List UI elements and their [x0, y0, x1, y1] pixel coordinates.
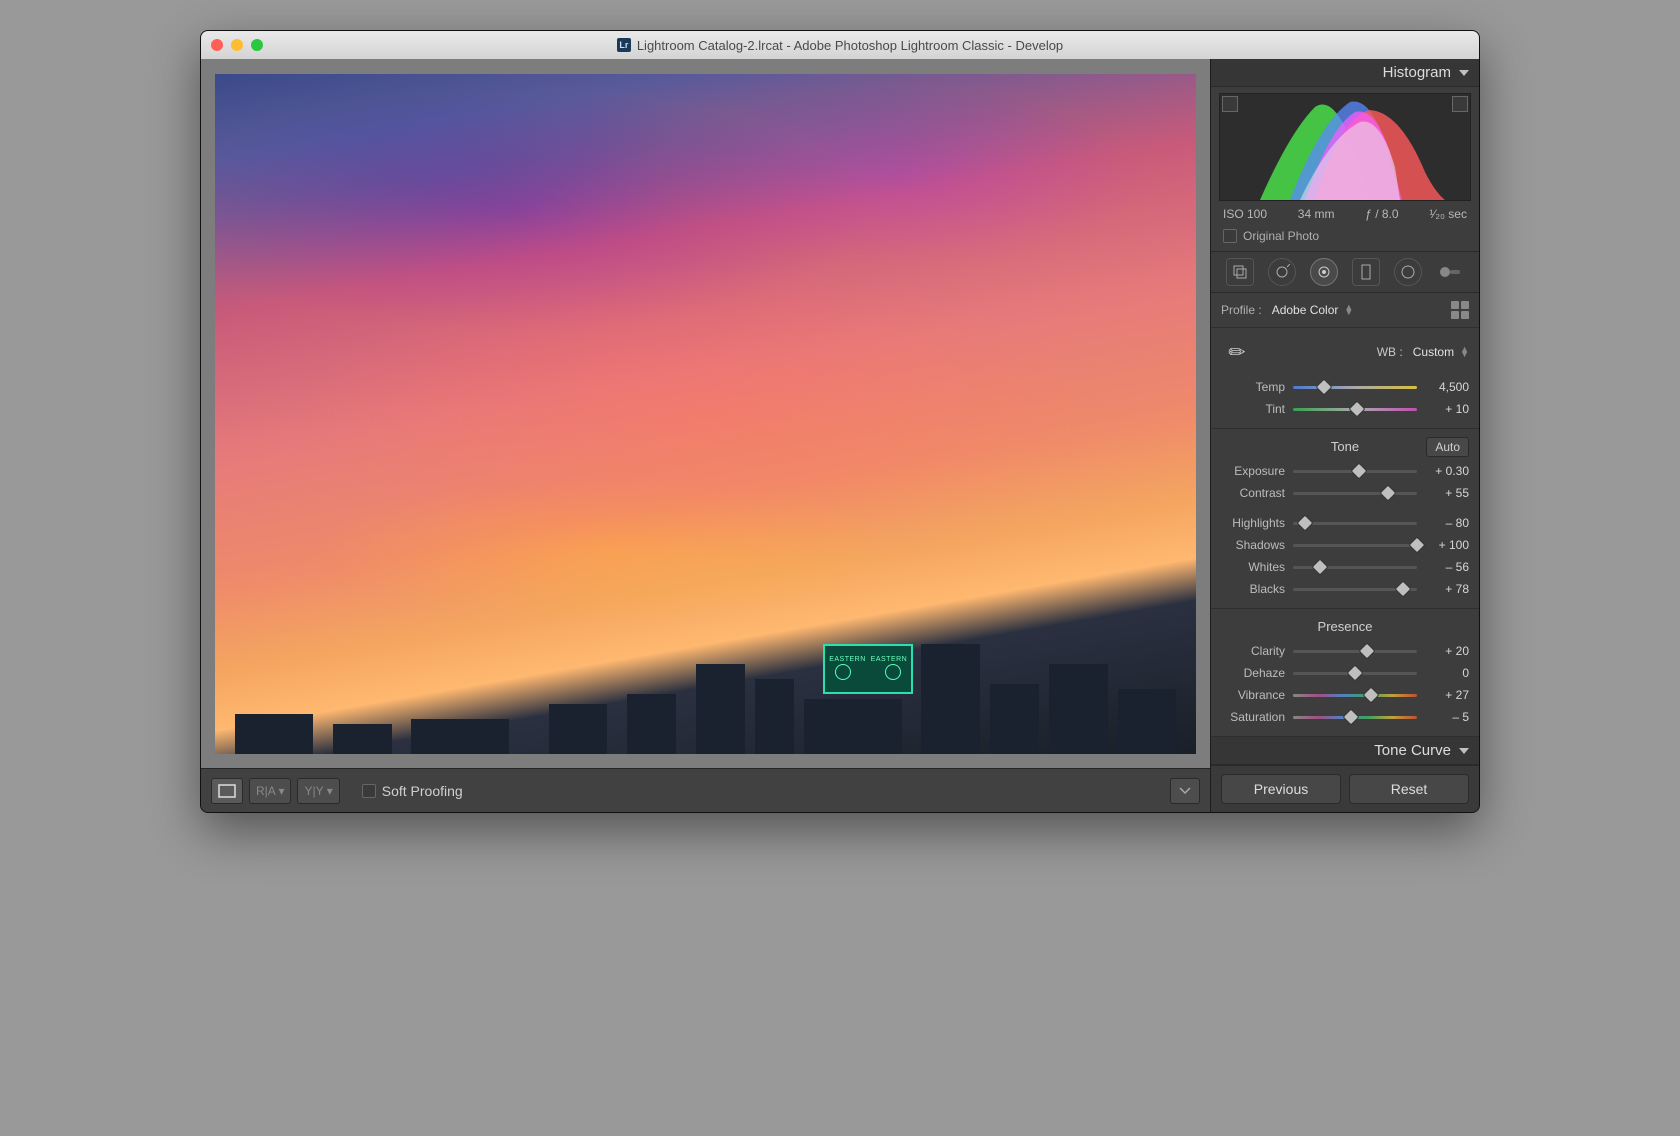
original-photo-checkbox[interactable] — [1223, 229, 1237, 243]
shadows-label: Shadows — [1221, 538, 1285, 552]
tint-label: Tint — [1221, 402, 1285, 416]
wb-value: Custom — [1413, 345, 1454, 359]
reset-button[interactable]: Reset — [1349, 774, 1469, 804]
updown-icon: ▲▼ — [1344, 305, 1353, 315]
dehaze-value[interactable]: 0 — [1425, 666, 1469, 680]
histogram-title: Histogram — [1383, 64, 1451, 81]
shadows-slider[interactable] — [1293, 538, 1417, 552]
tint-row: Tint + 10 — [1221, 398, 1469, 420]
exif-row: ISO 100 34 mm ƒ / 8.0 ¹⁄₂₀ sec — [1219, 201, 1471, 225]
toolbar-options-button[interactable] — [1170, 778, 1200, 804]
saturation-value[interactable]: – 5 — [1425, 710, 1469, 724]
exif-aperture: ƒ / 8.0 — [1365, 207, 1398, 221]
highlights-value[interactable]: – 80 — [1425, 516, 1469, 530]
blacks-value[interactable]: + 78 — [1425, 582, 1469, 596]
white-balance-section: ✎ WB : Custom ▲▼ Temp 4,500 Tint + 10 — [1211, 328, 1479, 429]
temp-value[interactable]: 4,500 — [1425, 380, 1469, 394]
main-column: R|A ▾ Y|Y ▾ Soft Proofing — [201, 59, 1211, 812]
tone-title-text: Tone — [1331, 439, 1359, 454]
profile-dropdown[interactable]: Adobe Color ▲▼ — [1272, 303, 1441, 317]
histogram-header[interactable]: Histogram — [1211, 59, 1479, 87]
updown-icon: ▲▼ — [1460, 347, 1469, 357]
adjustment-brush-tool-icon[interactable] — [1436, 258, 1464, 286]
photo-neon-sign — [823, 644, 913, 694]
histogram-graph[interactable] — [1219, 93, 1471, 201]
spot-removal-tool-icon[interactable] — [1268, 258, 1296, 286]
wb-eyedropper-icon[interactable]: ✎ — [1214, 329, 1259, 374]
profile-row: Profile : Adobe Color ▲▼ — [1211, 293, 1479, 328]
panel-footer: Previous Reset — [1211, 765, 1479, 812]
exif-shutter: ¹⁄₂₀ sec — [1429, 207, 1467, 221]
temp-row: Temp 4,500 — [1221, 376, 1469, 398]
window-title-text: Lightroom Catalog-2.lrcat - Adobe Photos… — [637, 38, 1063, 53]
contrast-slider[interactable] — [1293, 486, 1417, 500]
histogram-panel: ISO 100 34 mm ƒ / 8.0 ¹⁄₂₀ sec Original … — [1211, 87, 1479, 251]
window-title: Lr Lightroom Catalog-2.lrcat - Adobe Pho… — [201, 38, 1479, 53]
presence-title: Presence — [1221, 617, 1469, 640]
blacks-slider[interactable] — [1293, 582, 1417, 596]
profile-label: Profile : — [1221, 303, 1262, 317]
tone-title: Tone Auto — [1221, 437, 1469, 460]
original-photo-label: Original Photo — [1243, 229, 1319, 243]
dehaze-slider[interactable] — [1293, 666, 1417, 680]
tool-strip — [1211, 251, 1479, 293]
exif-iso: ISO 100 — [1223, 207, 1267, 221]
chevron-down-icon — [1459, 70, 1469, 76]
highlights-label: Highlights — [1221, 516, 1285, 530]
photo-preview[interactable] — [215, 74, 1196, 754]
soft-proofing-checkbox[interactable] — [362, 784, 376, 798]
whites-label: Whites — [1221, 560, 1285, 574]
whites-slider[interactable] — [1293, 560, 1417, 574]
exif-focal: 34 mm — [1298, 207, 1335, 221]
wb-dropdown[interactable]: Custom ▲▼ — [1413, 345, 1469, 359]
clarity-slider[interactable] — [1293, 644, 1417, 658]
presence-section: Presence Clarity + 20 Dehaze 0 Vibrance + 2… — [1211, 609, 1479, 737]
crop-tool-icon[interactable] — [1226, 258, 1254, 286]
loupe-view-button[interactable] — [211, 778, 243, 804]
before-after-tb-button[interactable]: Y|Y ▾ — [297, 778, 339, 804]
tone-curve-header[interactable]: Tone Curve — [1211, 737, 1479, 765]
temp-label: Temp — [1221, 380, 1285, 394]
saturation-label: Saturation — [1221, 710, 1285, 724]
app-window: Lr Lightroom Catalog-2.lrcat - Adobe Pho… — [200, 30, 1480, 813]
radial-filter-tool-icon[interactable] — [1394, 258, 1422, 286]
soft-proofing-label: Soft Proofing — [382, 783, 463, 799]
photo-skyline — [215, 624, 1196, 754]
dehaze-label: Dehaze — [1221, 666, 1285, 680]
highlights-slider[interactable] — [1293, 516, 1417, 530]
clarity-value[interactable]: + 20 — [1425, 644, 1469, 658]
graduated-filter-tool-icon[interactable] — [1352, 258, 1380, 286]
vibrance-value[interactable]: + 27 — [1425, 688, 1469, 702]
exposure-slider[interactable] — [1293, 464, 1417, 478]
tone-section: Tone Auto Exposure + 0.30 Contrast + 55 Hi… — [1211, 429, 1479, 609]
contrast-value[interactable]: + 55 — [1425, 486, 1469, 500]
before-after-lr-button[interactable]: R|A ▾ — [249, 778, 291, 804]
shadows-value[interactable]: + 100 — [1425, 538, 1469, 552]
chevron-down-icon — [1459, 748, 1469, 754]
bottom-toolbar: R|A ▾ Y|Y ▾ Soft Proofing — [201, 768, 1210, 812]
auto-tone-button[interactable]: Auto — [1426, 437, 1469, 457]
tint-slider[interactable] — [1293, 402, 1417, 416]
blacks-label: Blacks — [1221, 582, 1285, 596]
exposure-value[interactable]: + 0.30 — [1425, 464, 1469, 478]
vibrance-label: Vibrance — [1221, 688, 1285, 702]
titlebar: Lr Lightroom Catalog-2.lrcat - Adobe Pho… — [201, 31, 1479, 59]
redeye-tool-icon[interactable] — [1310, 258, 1338, 286]
previous-button[interactable]: Previous — [1221, 774, 1341, 804]
app-icon: Lr — [617, 38, 631, 52]
profile-browser-icon[interactable] — [1451, 301, 1469, 319]
canvas-area — [201, 59, 1210, 768]
exposure-label: Exposure — [1221, 464, 1285, 478]
temp-slider[interactable] — [1293, 380, 1417, 394]
right-panel: Histogram ISO 100 34 — [1211, 59, 1479, 812]
tone-curve-title: Tone Curve — [1374, 742, 1451, 759]
clarity-label: Clarity — [1221, 644, 1285, 658]
contrast-label: Contrast — [1221, 486, 1285, 500]
wb-label: WB : — [1377, 345, 1403, 359]
tint-value[interactable]: + 10 — [1425, 402, 1469, 416]
saturation-slider[interactable] — [1293, 710, 1417, 724]
profile-value: Adobe Color — [1272, 303, 1339, 317]
whites-value[interactable]: – 56 — [1425, 560, 1469, 574]
vibrance-slider[interactable] — [1293, 688, 1417, 702]
